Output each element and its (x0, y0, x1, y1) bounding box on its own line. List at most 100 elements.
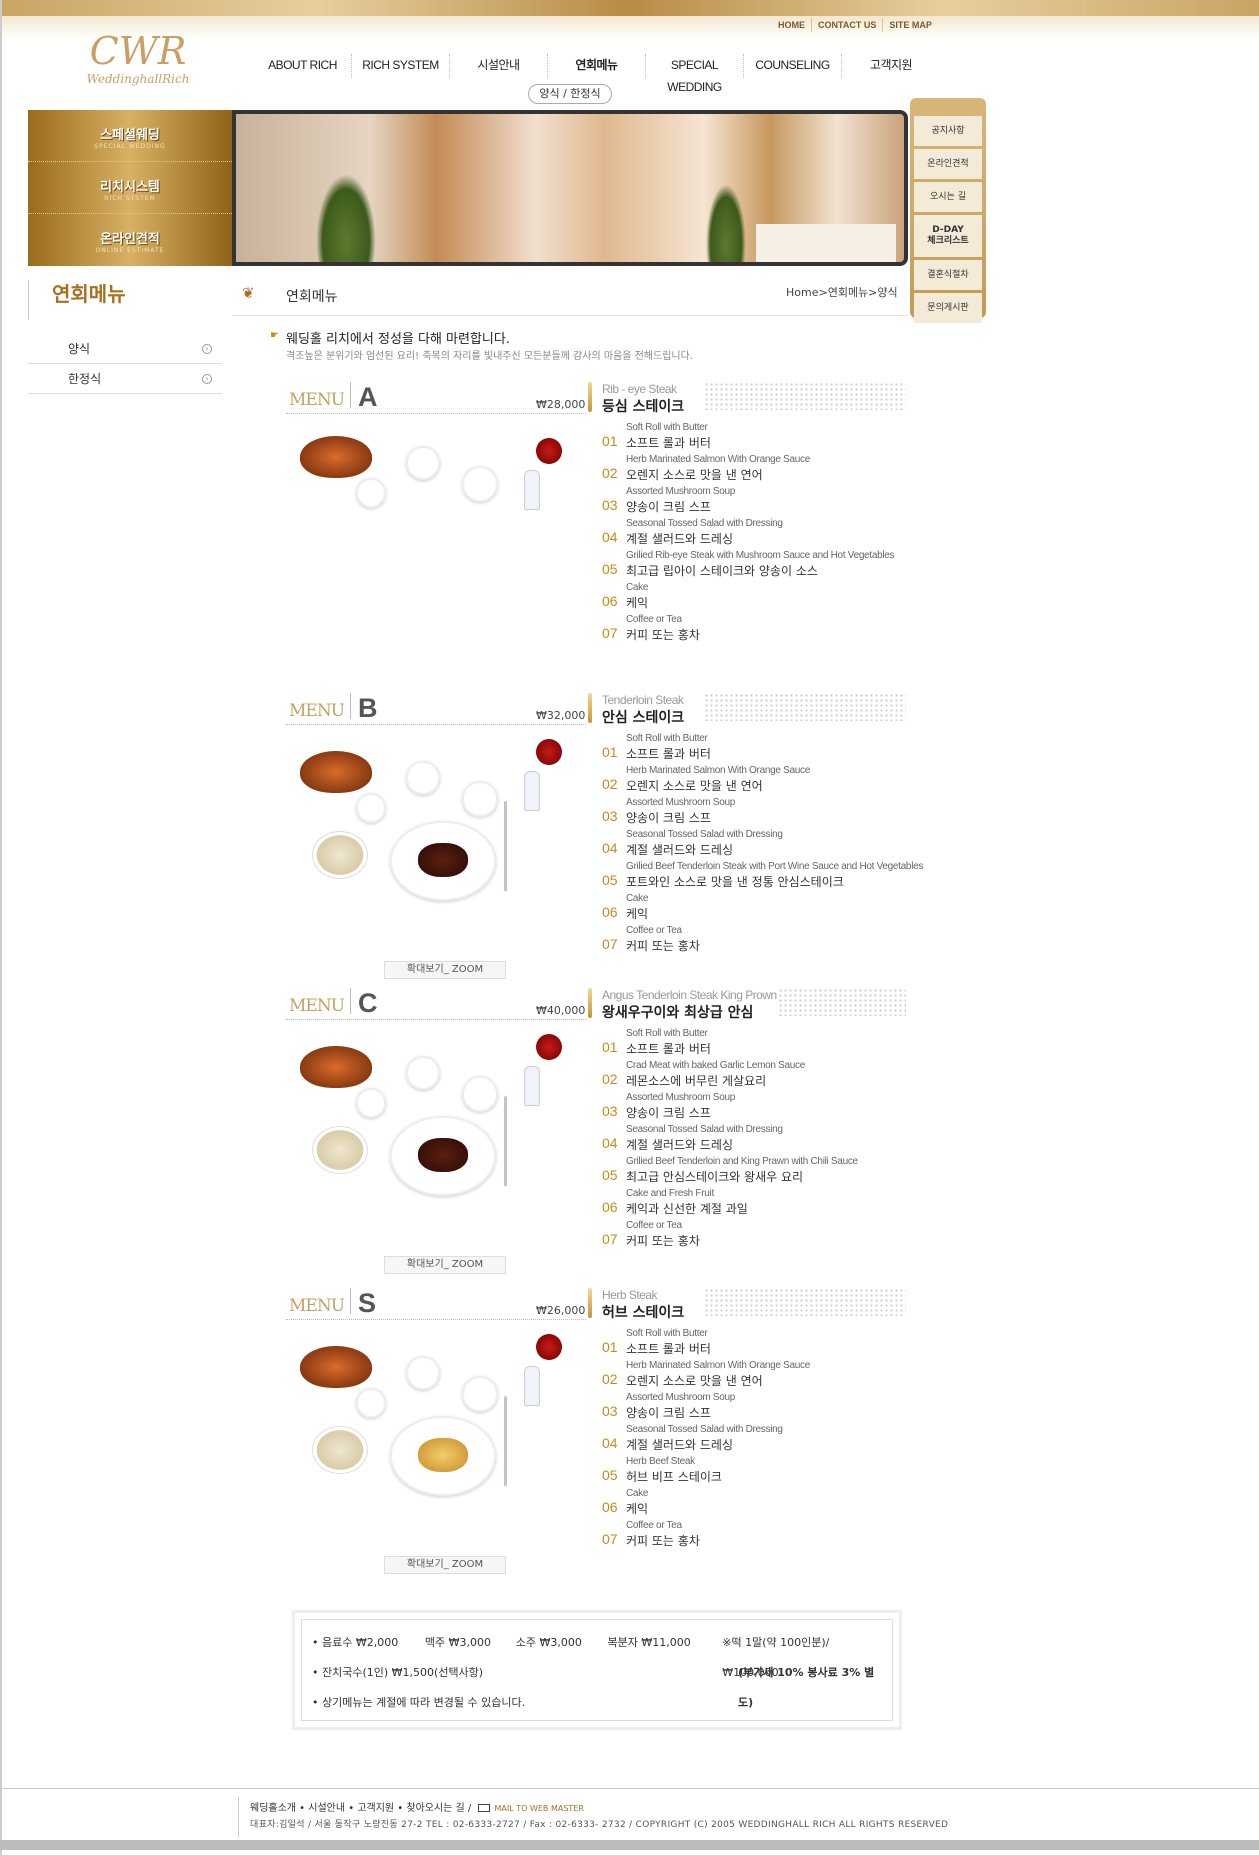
footer-divider (238, 1797, 239, 1837)
course-item: 03 Assorted Mushroom Soup 양송이 크림 스프 (588, 797, 906, 829)
lnb-item-label: 한정식 (68, 372, 102, 386)
zoom-button[interactable]: 확대보기_ ZOOM (384, 1256, 506, 1274)
pointer-icon: ☛ (270, 330, 279, 341)
menu-word: MENU (289, 701, 345, 721)
course-name-ko: 케익 (626, 907, 649, 921)
glass (524, 1366, 540, 1406)
menu-name-ko: 안심 스테이크 (602, 710, 685, 726)
course-number: 02 (602, 1071, 618, 1087)
menu-photo (286, 420, 586, 520)
note-item: • 상기메뉴는 계절에 따라 변경될 수 있습니다. (312, 1696, 526, 1709)
plate (462, 1076, 498, 1112)
top-ornament-strip (0, 0, 1259, 16)
mail-to-webmaster-link[interactable]: MAIL TO WEB MASTER (494, 1804, 583, 1813)
logo[interactable]: CWR WeddinghallRich (68, 30, 208, 100)
course-number: 06 (602, 904, 618, 920)
plate (462, 781, 498, 817)
course-name-en: Assorted Mushroom Soup (626, 1392, 736, 1403)
menu-block: MENU S ₩26,000 확대보기_ ZOOM Herb Steak 허브 스테이크 0… (286, 1288, 906, 1578)
dot-pattern (704, 382, 906, 410)
course-number: 03 (602, 497, 618, 513)
course-number: 06 (602, 593, 618, 609)
menu-photo[interactable] (286, 731, 586, 909)
course-name-ko: 최고급 립아이 스테이크와 양송이 소스 (626, 564, 818, 578)
course-number: 02 (602, 776, 618, 792)
course-number: 06 (602, 1199, 618, 1215)
course-item: 07 Coffee or Tea 커피 또는 홍차 (588, 1220, 906, 1252)
soup-bowl (312, 1126, 368, 1174)
course-item: 05 Grilied Beef Tenderloin and King Prawn… (588, 1156, 906, 1188)
course-name-en: Coffee or Tea (626, 614, 682, 625)
util-contact-link[interactable]: CONTACT US (811, 18, 882, 32)
course-name-en: Cake (626, 893, 649, 904)
nav-banquet-menu[interactable]: 연회메뉴 (548, 54, 646, 78)
note-item: • 음료수 ₩2,000 (312, 1636, 399, 1649)
course-item: 01 Soft Roll with Butter 소프트 롤과 버터 (588, 1028, 906, 1060)
course-name-ko: 계절 샐러드와 드레싱 (626, 843, 733, 857)
plate (356, 793, 386, 823)
soup-bowl (312, 1426, 368, 1474)
footer-link-list[interactable]: 웨딩홀소개 • 시설안내 • 고객지원 • 찾아오시는 길 / (250, 1803, 471, 1814)
menu-word: MENU (289, 996, 345, 1016)
lnb-item-western[interactable]: 양식 › (28, 334, 222, 364)
course-number: 04 (602, 1135, 618, 1151)
menu-block: MENU B ₩32,000 확대보기_ ZOOM Tenderloin Steak 안심… (286, 693, 923, 983)
course-number: 04 (602, 840, 618, 856)
main-dish (418, 843, 468, 877)
nav-facilities[interactable]: 시설안내 (450, 54, 548, 78)
right-inquiry-board[interactable]: 문의게시판 (914, 293, 982, 323)
course-name-en: Assorted Mushroom Soup (626, 797, 736, 808)
course-name-en: Cake (626, 582, 649, 593)
bread-basket (300, 1346, 372, 1388)
hero-image (232, 110, 908, 266)
menu-photo[interactable] (286, 1026, 586, 1204)
nav-about-rich[interactable]: ABOUT RICH (254, 54, 352, 78)
nav-counseling[interactable]: COUNSELING (744, 54, 842, 78)
quick-label: 온라인견적 (100, 232, 160, 247)
course-list: 01 Soft Roll with Butter 소프트 롤과 버터 02 Herb M… (588, 422, 906, 646)
right-notice[interactable]: 공지사항 (914, 116, 982, 146)
quick-online-estimate[interactable]: 온라인견적 ONLINE ESTIMATE (28, 214, 232, 266)
zoom-button[interactable]: 확대보기_ ZOOM (384, 1556, 506, 1574)
nav-rich-system[interactable]: RICH SYSTEM (352, 54, 450, 78)
course-name-en: Cake and Fresh Fruit (626, 1188, 714, 1199)
menu-photo[interactable] (286, 1326, 586, 1504)
course-item: 04 Seasonal Tossed Salad with Dressing 계절 … (588, 1124, 906, 1156)
quick-rich-system[interactable]: 리치시스템 RICH SYSTEM (28, 162, 232, 214)
bread-basket (300, 751, 372, 793)
dot-pattern (704, 693, 906, 721)
course-name-en: Cake (626, 1488, 649, 1499)
course-name-en: Seasonal Tossed Salad with Dressing (626, 829, 783, 840)
menu-divider (350, 382, 351, 408)
lnb-item-korean[interactable]: 한정식 › (28, 364, 222, 394)
course-name-ko: 양송이 크림 스프 (626, 1106, 711, 1120)
quick-sublabel: RICH SYSTEM (104, 195, 156, 202)
subnav-pill[interactable]: 양식 / 한정식 (528, 84, 612, 104)
nav-special-wedding[interactable]: SPECIAL WEDDING (646, 54, 744, 94)
util-home-link[interactable]: HOME (772, 18, 811, 32)
quick-special-wedding[interactable]: 스페셜웨딩 SPECIAL WEDDING (28, 110, 232, 162)
course-name-ko: 양송이 크림 스프 (626, 500, 711, 514)
util-sitemap-link[interactable]: SITE MAP (882, 18, 938, 32)
right-directions[interactable]: 오시는 길 (914, 182, 982, 212)
intro-text: 격조높은 분위기와 엄선된 요리! 축복의 자리를 빛내주신 모든분들께 감사의… (286, 351, 693, 362)
right-dday-checklist[interactable]: D-DAY 체크리스트 (914, 215, 982, 257)
course-item: 03 Assorted Mushroom Soup 양송이 크림 스프 (588, 1392, 906, 1424)
soup-bowl (312, 831, 368, 879)
right-online-estimate[interactable]: 온라인견적 (914, 149, 982, 179)
course-name-ko: 오렌지 소스로 맛을 낸 연어 (626, 779, 763, 793)
zoom-button[interactable]: 확대보기_ ZOOM (384, 961, 506, 979)
course-number: 06 (602, 1499, 618, 1515)
course-number: 01 (602, 744, 618, 760)
plate (406, 1056, 440, 1090)
right-ceremony-procedure[interactable]: 결혼식절차 (914, 260, 982, 290)
plate (356, 1388, 386, 1418)
course-item: 02 Herb Marinated Salmon With Orange Sauc… (588, 1360, 906, 1392)
nav-customer-support[interactable]: 고객지원 (842, 54, 940, 78)
course-name-en: Seasonal Tossed Salad with Dressing (626, 1424, 783, 1435)
course-name-en: Herb Marinated Salmon With Orange Sauce (626, 1360, 810, 1371)
menu-divider (350, 988, 351, 1014)
course-name-ko: 계절 샐러드와 드레싱 (626, 1438, 733, 1452)
course-item: 01 Soft Roll with Butter 소프트 롤과 버터 (588, 733, 906, 765)
note-item: • 잔치국수(1인) ₩1,500(선택사항) (312, 1666, 484, 1679)
